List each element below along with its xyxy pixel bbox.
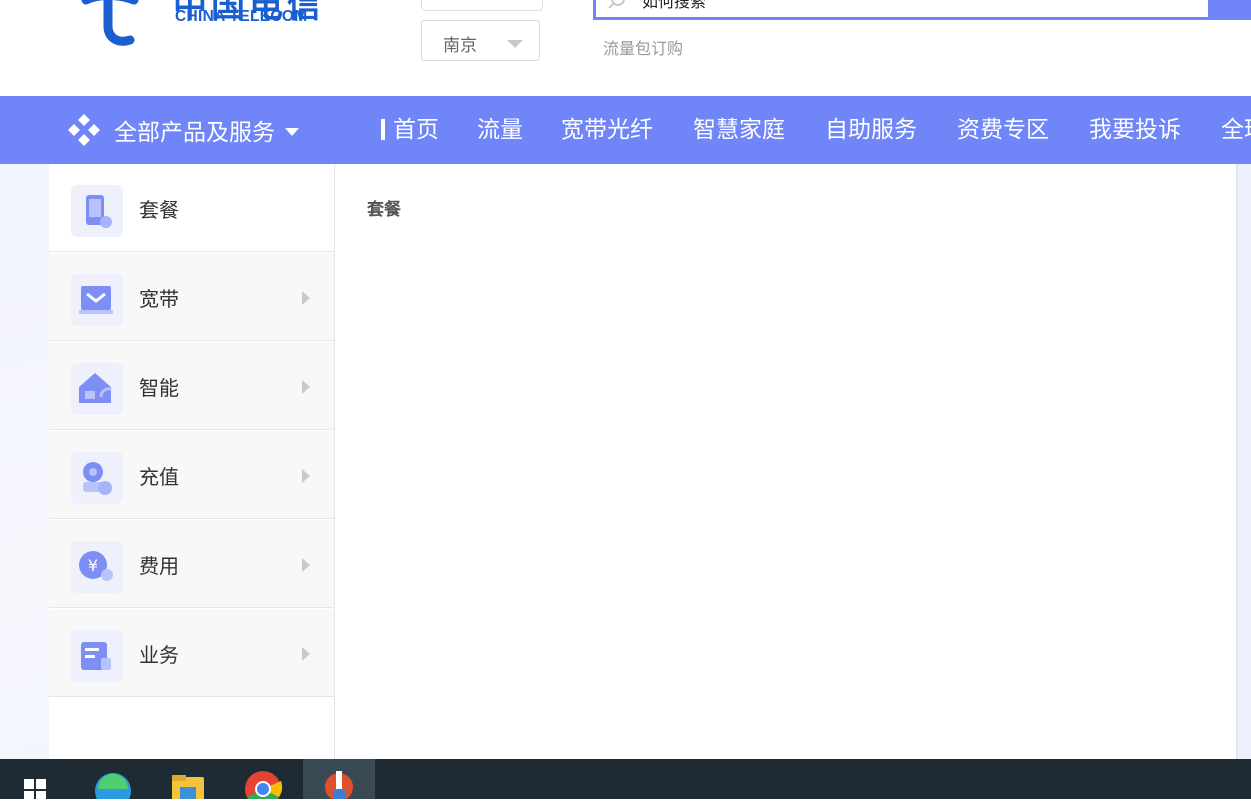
- chevron-right-icon: [302, 647, 310, 661]
- banner-edge: [1238, 164, 1251, 759]
- nav-item-broadband[interactable]: 宽带光纤: [561, 96, 653, 164]
- nav-item-data[interactable]: 流量: [477, 96, 523, 164]
- all-products-label: 全部产品及服务: [114, 120, 275, 146]
- chrome-browser-icon: [245, 771, 283, 803]
- sidebar-item-label: 智能: [139, 376, 179, 400]
- main-nav: 全部产品及服务 首页 流量 宽带光纤 智慧家庭 自助服务 资费专区 我要投诉 全…: [0, 96, 1251, 164]
- fee-icon: ¥: [71, 541, 123, 593]
- chevron-right-icon: [302, 380, 310, 394]
- city-select-top[interactable]: [421, 0, 543, 11]
- submenu-panel: 套餐: [335, 164, 1238, 759]
- search-input-text: 如何搜索: [642, 0, 707, 11]
- taskbar-edge[interactable]: [76, 759, 148, 803]
- all-products-menu[interactable]: 全部产品及服务: [66, 96, 299, 164]
- taskbar-active-app[interactable]: [303, 759, 375, 801]
- app-icon: [325, 771, 353, 801]
- sidebar-item-fee[interactable]: ¥ 费用: [49, 520, 334, 608]
- chevron-down-icon: [285, 127, 299, 136]
- sidebar-item-package[interactable]: 套餐: [49, 164, 334, 252]
- logo-english-text: CHINA TELECOM: [175, 8, 308, 25]
- sidebar-item-smart[interactable]: 智能: [49, 342, 334, 430]
- broadband-icon: [71, 274, 123, 326]
- nav-item-home[interactable]: 首页: [393, 96, 439, 164]
- category-sidebar: 套餐 宽带 智能 充值 ¥ 费用 业务: [49, 164, 335, 759]
- taskbar-chrome[interactable]: [227, 759, 299, 803]
- business-icon: [71, 630, 123, 682]
- china-telecom-logo[interactable]: 中国电信 CHINA TELECOM: [78, 0, 348, 50]
- sidebar-item-label: 充值: [139, 465, 179, 489]
- sidebar-item-broadband[interactable]: 宽带: [49, 253, 334, 341]
- hot-search-link[interactable]: 流量包订购: [603, 35, 683, 59]
- windows-start-button[interactable]: [0, 759, 72, 799]
- sidebar-item-label: 套餐: [139, 198, 179, 222]
- nav-item-self-service[interactable]: 自助服务: [825, 96, 917, 164]
- edge-browser-icon: [95, 773, 131, 803]
- chevron-right-icon: [302, 469, 310, 483]
- nav-active-indicator: [381, 119, 385, 140]
- sidebar-item-label: 业务: [139, 643, 179, 667]
- search-button[interactable]: [1211, 0, 1251, 20]
- panel-title: 套餐: [367, 200, 401, 220]
- search-icon: [608, 0, 625, 9]
- nav-item-complaint[interactable]: 我要投诉: [1089, 96, 1181, 164]
- site-header: 中国电信 CHINA TELECOM 南京 如何搜索 流量包订购: [0, 0, 1251, 96]
- sidebar-item-business[interactable]: 业务: [49, 609, 334, 697]
- telecom-logo-icon: [81, 0, 139, 46]
- recharge-icon: [71, 452, 123, 504]
- taskbar-file-explorer[interactable]: [152, 759, 224, 801]
- city-select[interactable]: 南京: [421, 20, 540, 61]
- nav-item-smart-home[interactable]: 智慧家庭: [693, 96, 785, 164]
- windows-taskbar: [0, 759, 1251, 803]
- chevron-right-icon: [302, 291, 310, 305]
- phone-icon: [71, 185, 123, 237]
- svg-text:¥: ¥: [88, 556, 98, 575]
- chevron-down-icon: [507, 40, 523, 48]
- file-explorer-icon: [172, 775, 204, 801]
- city-value: 南京: [443, 36, 477, 56]
- nav-item-tariff[interactable]: 资费专区: [957, 96, 1049, 164]
- windows-start-icon: [24, 779, 46, 799]
- sidebar-item-label: 费用: [139, 554, 179, 578]
- chevron-right-icon: [302, 558, 310, 572]
- search-input[interactable]: 如何搜索: [593, 0, 1211, 20]
- smart-home-icon: [71, 363, 123, 415]
- nav-item-global[interactable]: 全球: [1221, 96, 1251, 164]
- grid-diamond-icon: [68, 114, 100, 146]
- sidebar-item-label: 宽带: [139, 287, 179, 311]
- sidebar-item-recharge[interactable]: 充值: [49, 431, 334, 519]
